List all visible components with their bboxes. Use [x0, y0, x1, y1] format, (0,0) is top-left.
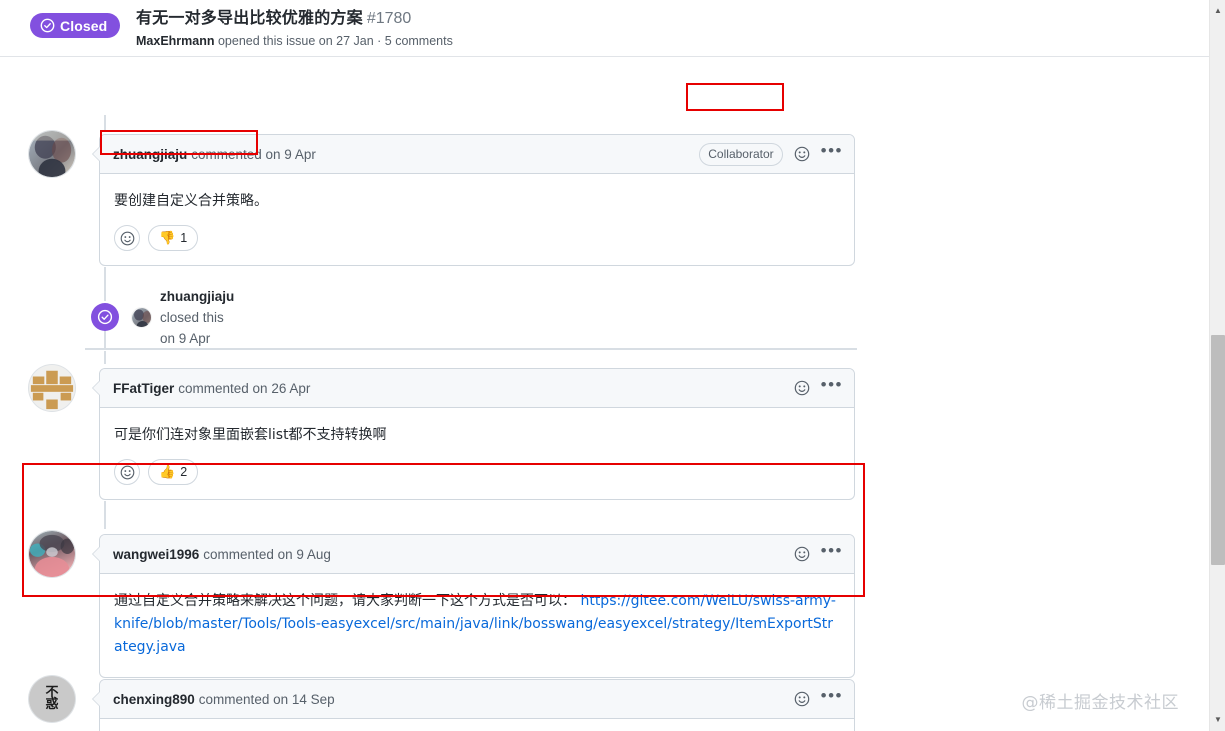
reaction-bar: 👎 1 [100, 213, 854, 265]
timeline-rail [104, 329, 106, 349]
reaction-bar: 👍 2 [100, 447, 854, 499]
event-actor[interactable]: zhuangjiaju [160, 289, 234, 304]
timeline-rail [104, 115, 106, 130]
issue-number: #1780 [366, 10, 412, 27]
status-badge-closed[interactable]: Closed [30, 13, 121, 38]
reaction-pill[interactable]: 👍 2 [148, 459, 199, 485]
comment-menu-icon[interactable]: ••• [821, 687, 843, 707]
comment-body: 通过自定义合并策略来解决这个问题，请大家判断一下这个方式是否可以： https:… [100, 574, 854, 677]
comment-timestamp: commented on 26 Apr [178, 380, 311, 396]
issue-title-text: 有无一对多导出比较优雅的方案 [136, 10, 363, 27]
event-description: closed this on 9 Apr [160, 309, 224, 346]
comment-body: 要创建自定义合并策略。 [114, 193, 268, 209]
avatar[interactable] [28, 364, 76, 412]
add-reaction-button[interactable] [114, 459, 140, 485]
issue-opened-meta: opened this issue on 27 Jan · 5 comments [217, 34, 453, 48]
issue-subtitle: MaxEhrmann opened this issue on 27 Jan ·… [136, 33, 453, 49]
comment-header-actions: ••• [794, 376, 843, 396]
comment-header: zhuangjiaju commented on 9 Apr Collabora… [100, 135, 854, 174]
comment-header: chenxing890 commented on 14 Sep ••• [100, 680, 854, 719]
reaction-count: 2 [180, 465, 188, 479]
comment-header-actions: ••• [794, 542, 843, 562]
comment-menu-icon[interactable]: ••• [821, 142, 843, 162]
add-reaction-icon[interactable] [794, 146, 810, 162]
event-text: zhuangjiaju closed this on 9 Apr [160, 286, 234, 349]
comment-bubble: zhuangjiaju commented on 9 Apr Collabora… [92, 134, 855, 266]
comment-header-actions: Collaborator ••• [699, 142, 843, 166]
vertical-scrollbar[interactable]: ▲ ▼ [1209, 0, 1225, 731]
comment-author[interactable]: wangwei1996 [113, 547, 199, 562]
comment-body: 可是你们连对象里面嵌套list都不支持转换啊 [114, 427, 387, 443]
page-title: 有无一对多导出比较优雅的方案 #1780 [136, 9, 453, 29]
comment-header-actions: ••• [794, 687, 843, 707]
comment-body-text: 通过自定义合并策略来解决这个问题，请大家判断一下这个方式是否可以： [114, 593, 576, 609]
scroll-up-arrow-icon[interactable]: ▲ [1210, 2, 1225, 18]
avatar[interactable] [28, 530, 76, 578]
issue-closed-icon [40, 18, 55, 33]
avatar-image [29, 531, 75, 577]
reaction-emoji: 👎 [159, 230, 176, 246]
reaction-emoji: 👍 [159, 464, 176, 480]
comment-timestamp: commented on 9 Aug [203, 546, 331, 562]
add-reaction-icon[interactable] [794, 691, 810, 707]
comment-bubble: FFatTiger commented on 26 Apr ••• 可是你们连对… [92, 368, 855, 500]
watermark: @稀土掘金技术社区 [1021, 693, 1179, 713]
scrollbar-thumb[interactable] [1211, 335, 1225, 565]
comment-menu-icon[interactable]: ••• [821, 542, 843, 562]
issue-page: Closed 有无一对多导出比较优雅的方案 #1780 MaxEhrmann op… [0, 0, 1225, 731]
timeline-rail [104, 501, 106, 529]
add-reaction-button[interactable] [114, 225, 140, 251]
avatar[interactable]: 不 惑 [28, 675, 76, 723]
comment-timestamp: commented on 14 Sep [198, 691, 335, 707]
avatar-image: 不 惑 [29, 676, 75, 722]
avatar-char-bottom: 惑 [45, 697, 59, 712]
add-reaction-icon[interactable] [794, 546, 810, 562]
avatar[interactable] [131, 306, 152, 328]
avatar-image [29, 131, 75, 177]
comment-bubble: wangwei1996 commented on 9 Aug ••• 通过自定义… [92, 534, 855, 678]
comment-bubble: chenxing890 commented on 14 Sep ••• [92, 679, 855, 731]
avatar-image [29, 365, 75, 411]
timeline-rail [104, 267, 106, 301]
check-circle-icon [91, 303, 119, 331]
timeline-rail [104, 351, 106, 364]
reaction-count: 1 [180, 231, 188, 245]
comment-timestamp: commented on 9 Apr [191, 146, 316, 162]
comment-header: FFatTiger commented on 26 Apr ••• [100, 369, 854, 408]
scroll-down-arrow-icon[interactable]: ▼ [1210, 711, 1225, 727]
comment-author[interactable]: chenxing890 [113, 692, 195, 707]
timeline-divider [85, 348, 857, 350]
avatar-image [132, 307, 151, 327]
add-reaction-icon[interactable] [794, 380, 810, 396]
avatar[interactable] [28, 130, 76, 178]
reaction-pill[interactable]: 👎 1 [148, 225, 199, 251]
comment-author[interactable]: zhuangjiaju [113, 147, 187, 162]
annotation-box-collaborator [686, 83, 784, 111]
issue-author[interactable]: MaxEhrmann [136, 34, 215, 48]
status-badge-label: Closed [60, 17, 108, 34]
comment-author[interactable]: FFatTiger [113, 381, 174, 396]
comment-header: wangwei1996 commented on 9 Aug ••• [100, 535, 854, 574]
comment-menu-icon[interactable]: ••• [821, 376, 843, 396]
issue-title-block: 有无一对多导出比较优雅的方案 #1780 MaxEhrmann opened th… [136, 9, 453, 49]
issue-header: Closed 有无一对多导出比较优雅的方案 #1780 MaxEhrmann op… [0, 0, 1209, 57]
collaborator-badge: Collaborator [699, 142, 783, 166]
comment-body: 对象嵌套list 这么常用的都不支持。 [100, 719, 854, 731]
page-content: Closed 有无一对多导出比较优雅的方案 #1780 MaxEhrmann op… [0, 0, 1209, 731]
